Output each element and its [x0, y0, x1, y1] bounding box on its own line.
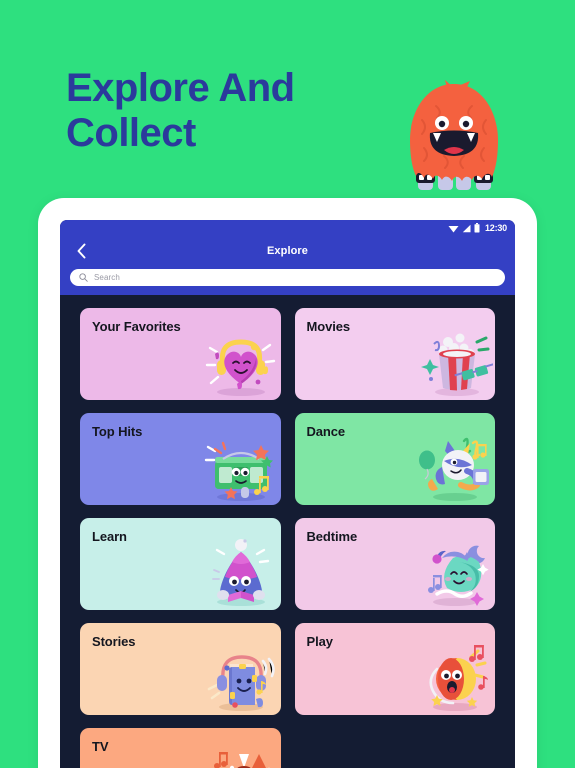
category-card-your-favorites[interactable]: Your Favorites [80, 308, 281, 400]
chevron-left-icon [77, 243, 85, 259]
signal-icon [462, 224, 471, 232]
tablet-device-frame: 12:30 Explore Search Your Favorites Movi… [38, 198, 537, 768]
tablet-screen: 12:30 Explore Search Your Favorites Movi… [60, 220, 515, 768]
card-label: Stories [92, 634, 136, 649]
category-card-learn[interactable]: Learn [80, 518, 281, 610]
heart-headphones-icon [205, 339, 275, 396]
category-grid: Your Favorites Movies Top Hits Dance Lea… [60, 295, 515, 768]
card-label: Bedtime [306, 529, 358, 544]
category-card-movies[interactable]: Movies [294, 308, 495, 400]
card-label: Movies [306, 319, 351, 334]
card-label: Top Hits [92, 424, 143, 439]
furry-monster-mascot [400, 78, 508, 198]
search-icon [79, 273, 88, 282]
app-bar: Explore Search [60, 236, 515, 295]
search-placeholder: Search [94, 273, 120, 282]
ball-character-icon [429, 645, 488, 711]
app-bar-title: Explore [266, 245, 309, 257]
battery-icon [474, 223, 480, 233]
category-card-tv[interactable]: TV [80, 728, 281, 768]
status-bar: 12:30 [60, 220, 515, 236]
dancing-character-icon [419, 437, 489, 501]
category-card-dance[interactable]: Dance [294, 413, 495, 505]
card-label: Dance [306, 424, 346, 439]
book-headphones-icon [207, 655, 275, 711]
card-label: Your Favorites [92, 319, 181, 334]
reading-character-icon [211, 539, 269, 606]
wifi-icon [448, 225, 459, 232]
back-button[interactable] [72, 242, 90, 260]
card-label: Learn [92, 529, 127, 544]
tv-character-icon [213, 752, 270, 768]
category-card-bedtime[interactable]: Bedtime [294, 518, 495, 610]
category-card-play[interactable]: Play [294, 623, 495, 715]
search-input[interactable]: Search [70, 269, 505, 286]
card-label: Play [306, 634, 333, 649]
boombox-icon [204, 441, 273, 501]
page-title: Explore And Collect [66, 66, 295, 155]
category-card-stories[interactable]: Stories [80, 623, 281, 715]
category-card-top-hits[interactable]: Top Hits [80, 413, 281, 505]
card-label: TV [92, 739, 109, 754]
popcorn-bucket-icon [421, 333, 493, 396]
status-bar-clock: 12:30 [484, 223, 507, 233]
sleeping-pillow-icon [428, 545, 489, 606]
